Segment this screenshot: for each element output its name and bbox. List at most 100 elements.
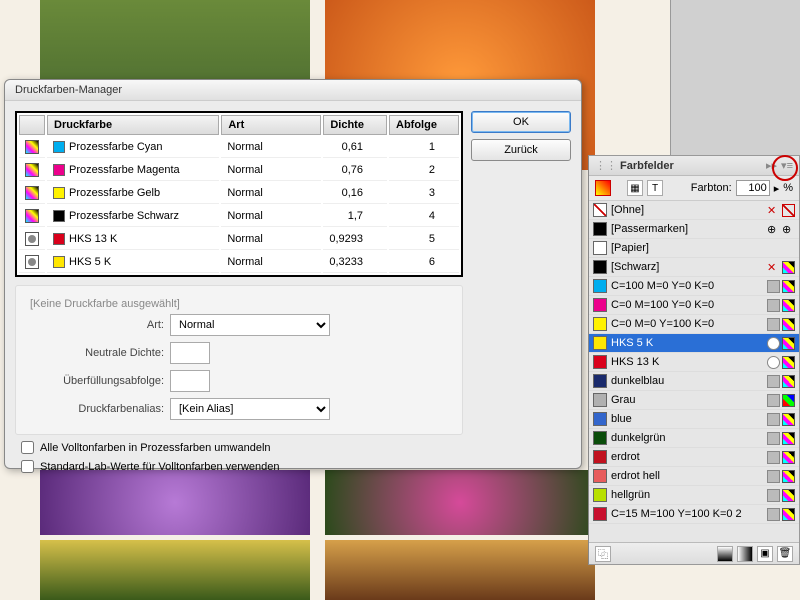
ink-swatch (53, 210, 65, 222)
lock-icon: ✕ (767, 261, 780, 274)
lock-icon: ✕ (767, 204, 780, 217)
cmyk-icon (782, 261, 795, 274)
trash-icon[interactable]: 🗑 (777, 546, 793, 562)
cancel-button[interactable]: Zurück (471, 139, 571, 161)
cmyk-icon (782, 451, 795, 464)
swatch-chip (593, 412, 607, 426)
chk-convert-spot-label: Alle Volltonfarben in Prozessfarben umwa… (40, 442, 271, 454)
process-ink-icon (25, 209, 39, 223)
registration-icon: ⊕ (767, 223, 780, 236)
col-abfolge[interactable]: Abfolge (389, 115, 459, 135)
swatch-chip (593, 279, 607, 293)
spot-icon (767, 356, 780, 369)
swatch-list[interactable]: [Ohne]✕[Passermarken]⊕⊕[Papier][Schwarz]… (589, 201, 799, 535)
col-name[interactable]: Druckfarbe (47, 115, 219, 135)
swatch-chip (593, 241, 607, 255)
global-icon (767, 451, 780, 464)
col-icon[interactable] (19, 115, 45, 135)
chk-lab-values[interactable] (21, 460, 34, 473)
panel-menu-icon[interactable]: ▾≡ (781, 159, 793, 172)
farbton-input[interactable] (736, 180, 770, 196)
swatch-name: C=0 M=0 Y=100 K=0 (611, 318, 763, 330)
col-art[interactable]: Art (221, 115, 321, 135)
art-select[interactable]: Normal (170, 314, 330, 336)
spot-icon (767, 337, 780, 350)
process-ink-icon (25, 140, 39, 154)
ok-button[interactable]: OK (471, 111, 571, 133)
swatch-row[interactable]: C=0 M=0 Y=100 K=0 (589, 315, 799, 334)
cmyk-icon (782, 318, 795, 331)
ink-table[interactable]: Druckfarbe Art Dichte Abfolge Prozessfar… (15, 111, 463, 277)
global-icon (767, 489, 780, 502)
global-icon (767, 432, 780, 445)
swatch-row[interactable]: C=100 M=0 Y=0 K=0 (589, 277, 799, 296)
swatch-name: dunkelgrün (611, 432, 763, 444)
no-selection-label: [Keine Druckfarbe ausgewählt] (24, 294, 454, 314)
chk-convert-spot[interactable] (21, 441, 34, 454)
cmyk-icon (782, 337, 795, 350)
swatch-name: C=0 M=100 Y=0 K=0 (611, 299, 763, 311)
abfolge-input[interactable] (170, 370, 210, 392)
swatch-row[interactable]: Grau (589, 391, 799, 410)
ink-row[interactable]: Prozessfarbe Magenta Normal0,762 (19, 160, 459, 181)
swatch-row[interactable]: C=15 M=100 Y=100 K=0 2 (589, 505, 799, 524)
swatch-name: HKS 13 K (611, 356, 763, 368)
grad1-icon[interactable] (717, 546, 733, 562)
new-swatch-icon[interactable]: ▣ (757, 546, 773, 562)
farbton-slider-icon[interactable]: ▸ (774, 182, 780, 195)
ink-row[interactable]: HKS 13 K Normal0,92935 (19, 229, 459, 250)
rgb-icon (782, 394, 795, 407)
text-swatch-icon[interactable]: T (647, 180, 663, 196)
show-all-icon[interactable]: ▦ (627, 180, 643, 196)
new-group-icon[interactable]: ⿻ (595, 546, 611, 562)
swatch-row[interactable]: hellgrün (589, 486, 799, 505)
swatch-row[interactable]: dunkelblau (589, 372, 799, 391)
swatch-row[interactable]: [Passermarken]⊕⊕ (589, 220, 799, 239)
panel-title: Farbfelder (620, 160, 674, 172)
swatch-row[interactable]: HKS 5 K (589, 334, 799, 353)
global-icon (767, 508, 780, 521)
percent-label: % (783, 182, 793, 194)
swatch-chip (593, 393, 607, 407)
swatch-row[interactable]: blue (589, 410, 799, 429)
col-dichte[interactable]: Dichte (323, 115, 387, 135)
dichte-input[interactable] (170, 342, 210, 364)
ink-row[interactable]: HKS 5 K Normal0,32336 (19, 252, 459, 273)
abfolge-label: Überfüllungsabfolge: (24, 375, 164, 387)
grad2-icon[interactable] (737, 546, 753, 562)
dichte-label: Neutrale Dichte: (24, 347, 164, 359)
swatch-row[interactable]: [Papier] (589, 239, 799, 258)
swatch-name: [Papier] (611, 242, 791, 254)
fg-bg-swatch-icon[interactable] (595, 180, 611, 196)
ink-form: [Keine Druckfarbe ausgewählt] Art: Norma… (15, 285, 463, 435)
swatch-name: erdrot hell (611, 470, 763, 482)
swatch-row[interactable]: dunkelgrün (589, 429, 799, 448)
global-icon (767, 394, 780, 407)
swatch-chip (593, 298, 607, 312)
swatch-chip (593, 450, 607, 464)
swatch-name: [Ohne] (611, 204, 763, 216)
swatch-row[interactable]: [Schwarz]✕ (589, 258, 799, 277)
swatch-row[interactable]: [Ohne] ✕ (589, 201, 799, 220)
swatch-row[interactable]: C=0 M=100 Y=0 K=0 (589, 296, 799, 315)
cmyk-icon (782, 489, 795, 502)
ink-row[interactable]: Prozessfarbe Gelb Normal0,163 (19, 183, 459, 204)
none-icon (782, 204, 795, 217)
cmyk-icon (782, 432, 795, 445)
swatch-chip (593, 336, 607, 350)
swatch-name: C=100 M=0 Y=0 K=0 (611, 280, 763, 292)
alias-select[interactable]: [Kein Alias] (170, 398, 330, 420)
ink-manager-dialog: Druckfarben-Manager Druckfarbe Art Dicht… (4, 79, 582, 469)
swatch-row[interactable]: erdrot (589, 448, 799, 467)
cmyk-icon (782, 375, 795, 388)
cmyk-icon (782, 470, 795, 483)
ink-row[interactable]: Prozessfarbe Schwarz Normal1,74 (19, 206, 459, 227)
ink-swatch (53, 141, 65, 153)
swatch-chip (593, 355, 607, 369)
swatch-row[interactable]: HKS 13 K (589, 353, 799, 372)
ink-row[interactable]: Prozessfarbe Cyan Normal0,611 (19, 137, 459, 158)
spot-ink-icon (25, 255, 39, 269)
panel-collapse-icon[interactable]: ▸▸ (766, 159, 777, 172)
swatch-row[interactable]: erdrot hell (589, 467, 799, 486)
swatch-name: [Passermarken] (611, 223, 763, 235)
